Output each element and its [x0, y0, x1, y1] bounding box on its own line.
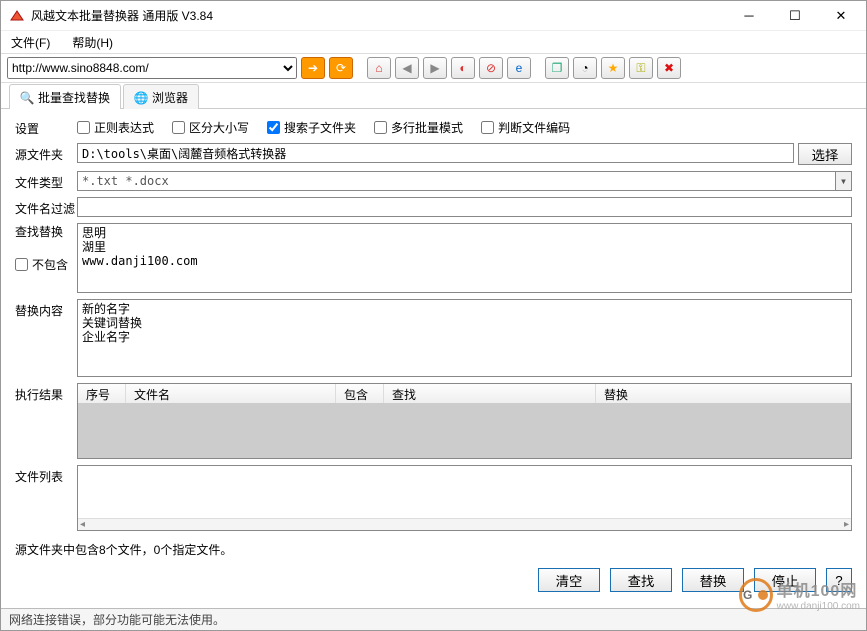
status-text: 网络连接错误，部分功能可能无法使用。 [9, 611, 225, 628]
menu-help[interactable]: 帮助(H) [68, 32, 117, 53]
result-grid[interactable]: 序号 文件名 包含 查找 替换 [77, 383, 852, 459]
back-icon[interactable]: ◀ [395, 57, 419, 79]
check-notinclude[interactable]: 不包含 [15, 254, 77, 273]
tab-label: 浏览器 [152, 89, 188, 106]
scrollbar-horizontal[interactable]: ◂▸ [78, 518, 851, 530]
label-result: 执行结果 [15, 383, 77, 403]
watermark-text: 单机100网 [777, 577, 860, 601]
label-filelist: 文件列表 [15, 465, 77, 485]
go-icon[interactable]: ➔ [301, 57, 325, 79]
col-index[interactable]: 序号 [78, 384, 126, 403]
check-subfolder[interactable]: 搜索子文件夹 [267, 119, 356, 136]
window-title: 风越文本批量替换器 通用版 V3.84 [31, 7, 726, 24]
search-icon: 🔍 [20, 91, 34, 105]
col-find[interactable]: 查找 [384, 384, 596, 403]
grid-header: 序号 文件名 包含 查找 替换 [78, 384, 851, 404]
close-button[interactable]: ✕ [818, 2, 864, 30]
watermark: G 单机100网 www.danji100.com [739, 577, 860, 612]
tab-batch-replace[interactable]: 🔍 批量查找替换 [9, 84, 121, 109]
label-replacecontent: 替换内容 [15, 299, 77, 319]
maximize-button[interactable]: ☐ [772, 2, 818, 30]
replace-button[interactable]: 替换 [682, 568, 744, 592]
file-list[interactable]: ◂▸ [77, 465, 852, 531]
col-filename[interactable]: 文件名 [126, 384, 336, 403]
scroll-left-icon[interactable]: ◂ [80, 519, 85, 530]
summary-text: 源文件夹中包含8个文件，0个指定文件。 [1, 537, 866, 562]
globe-icon: 🌐 [134, 91, 148, 105]
settings-checks: 正则表达式 区分大小写 搜索子文件夹 多行批量模式 判断文件编码 [77, 117, 570, 136]
replace-textarea[interactable] [77, 299, 852, 377]
key-icon[interactable]: ⚿ [629, 57, 653, 79]
address-combo[interactable]: http://www.sino8848.com/ [7, 57, 297, 79]
favorite-icon[interactable]: ★ [601, 57, 625, 79]
refresh-icon[interactable]: ⟳ [329, 57, 353, 79]
title-bar: 风越文本批量替换器 通用版 V3.84 ─ ☐ ✕ [1, 1, 866, 31]
scroll-right-icon[interactable]: ▸ [844, 519, 849, 530]
check-regex[interactable]: 正则表达式 [77, 119, 154, 136]
select-folder-button[interactable]: 选择 [798, 143, 852, 165]
label-srcfolder: 源文件夹 [15, 143, 77, 163]
stop-nav-icon[interactable]: ◐ [451, 57, 475, 79]
settings-icon[interactable]: ◔ [573, 57, 597, 79]
check-encoding[interactable]: 判断文件编码 [481, 119, 570, 136]
label-findreplace: 查找替换 [15, 225, 63, 239]
find-button[interactable]: 查找 [610, 568, 672, 592]
clear-button[interactable]: 清空 [538, 568, 600, 592]
chevron-down-icon[interactable]: ▾ [835, 172, 851, 190]
srcfolder-input[interactable] [77, 143, 794, 163]
label-filetype: 文件类型 [15, 171, 77, 191]
find-textarea[interactable] [77, 223, 852, 293]
forward-icon[interactable]: ▶ [423, 57, 447, 79]
filename-filter-input[interactable] [77, 197, 852, 217]
tabs: 🔍 批量查找替换 🌐 浏览器 [1, 83, 866, 109]
minimize-button[interactable]: ─ [726, 2, 772, 30]
menu-file[interactable]: 文件(F) [7, 32, 54, 53]
cancel-icon[interactable]: ⊘ [479, 57, 503, 79]
watermark-logo-icon: G [739, 578, 773, 612]
col-contains[interactable]: 包含 [336, 384, 384, 403]
delete-icon[interactable]: ✖ [657, 57, 681, 79]
label-settings: 设置 [15, 117, 77, 137]
check-multiline[interactable]: 多行批量模式 [374, 119, 463, 136]
copy-icon[interactable]: ❐ [545, 57, 569, 79]
form-panel: 设置 正则表达式 区分大小写 搜索子文件夹 多行批量模式 判断文件编码 源文件夹… [1, 109, 866, 531]
toolbar: http://www.sino8848.com/ ➔ ⟳ ⌂ ◀ ▶ ◐ ⊘ e… [1, 53, 866, 83]
ie-icon[interactable]: e [507, 57, 531, 79]
watermark-sub: www.danji100.com [777, 601, 860, 612]
status-bar: 网络连接错误，部分功能可能无法使用。 [1, 608, 866, 630]
label-filter: 文件名过滤 [15, 197, 77, 217]
app-icon [9, 8, 25, 24]
button-bar: 清空 查找 替换 停止 ? [1, 562, 866, 602]
col-replace[interactable]: 替换 [596, 384, 851, 403]
filetype-combo[interactable]: *.txt *.docx ▾ [77, 171, 852, 191]
grid-body [78, 404, 851, 458]
check-case[interactable]: 区分大小写 [172, 119, 249, 136]
tab-browser[interactable]: 🌐 浏览器 [123, 84, 199, 109]
tab-label: 批量查找替换 [38, 89, 110, 106]
menu-bar: 文件(F) 帮助(H) [1, 31, 866, 53]
home-icon[interactable]: ⌂ [367, 57, 391, 79]
